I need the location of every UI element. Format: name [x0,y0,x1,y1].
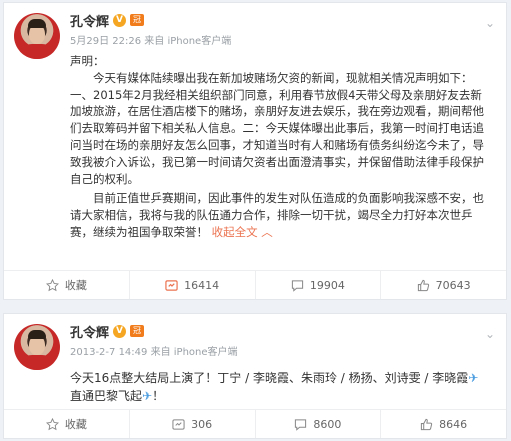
post-source: 来自 iPhone客户端 [144,36,232,47]
post-text-tail: 直通巴黎飞起 [70,389,143,403]
airplane-icon: ✈ [468,371,479,385]
post-content: 声明： 今天有媒体陆续曝出我在新加坡赌场欠资的新闻，现就相关情况声明如下：一、2… [70,53,490,241]
verified-badge-icon: V [113,324,127,338]
avatar[interactable] [14,324,60,370]
level-badge-icon: 冠 [130,325,145,337]
weibo-post: 孔令辉 V 冠 5月29日 22:26 来自 iPhone客户端 ⌄ 声明： 今… [3,2,507,300]
star-outline-icon [45,417,59,430]
favorite-label: 收藏 [64,279,87,292]
comment-button[interactable]: 19904 [254,271,381,299]
post-time[interactable]: 2013-2-7 14:49 [70,347,147,358]
like-button[interactable]: 70643 [380,271,506,299]
repost-icon [172,418,185,430]
star-outline-icon [45,278,59,291]
post-paragraph: 今天有媒体陆续曝出我在新加坡赌场欠资的新闻，现就相关情况声明如下：一、2015年… [70,70,484,186]
chevron-down-icon[interactable]: ⌄ [484,17,496,29]
post-paragraph: 声明： [70,54,105,68]
action-bar: 收藏 306 8600 8646 [4,409,506,438]
comment-count: 8600 [313,417,342,431]
favorite-label: 收藏 [64,418,87,431]
repost-icon [165,279,178,291]
like-count: 70643 [435,278,471,292]
favorite-button[interactable]: 收藏 [4,271,129,299]
comment-icon [295,418,307,431]
post-header: 孔令辉 V 冠 5月29日 22:26 来自 iPhone客户端 [70,11,476,47]
like-button[interactable]: 8646 [380,410,506,438]
author-name[interactable]: 孔令辉 [70,322,109,341]
author-name[interactable]: 孔令辉 [70,11,109,30]
post-content: 今天16点整大结局上演了！丁宁 / 李晓霞、朱雨玲 / 杨扬、刘诗雯 / 李晓霞… [70,369,490,405]
post-paragraph: 今天16点整大结局上演了！丁宁 / 李晓霞、朱雨玲 / 杨扬、刘诗雯 / 李晓霞… [70,369,490,405]
post-time[interactable]: 5月29日 22:26 [70,36,141,47]
post-text-end: ！ [152,389,165,403]
post-header: 孔令辉 V 冠 2013-2-7 14:49 来自 iPhone客户端 [70,322,476,358]
weibo-post: 孔令辉 V 冠 2013-2-7 14:49 来自 iPhone客户端 ⌄ 今天… [3,313,507,439]
comment-button[interactable]: 8600 [254,410,381,438]
repost-button[interactable]: 16414 [128,271,255,299]
post-paragraph-text: 目前正值世乒赛期间，因此事件的发生对队伍造成的负面影响我深感不安，也请大家相信，… [70,191,484,239]
repost-count: 16414 [184,278,220,292]
repost-count: 306 [191,417,213,431]
action-bar: 收藏 16414 19904 70643 [4,270,506,299]
favorite-button[interactable]: 收藏 [4,410,129,438]
comment-icon [291,279,303,292]
repost-button[interactable]: 306 [128,410,255,438]
like-count: 8646 [439,417,468,431]
airplane-icon: ✈ [142,389,153,403]
comment-count: 19904 [309,278,345,292]
post-text: 今天16点整大结局上演了！丁宁 / 李晓霞、朱雨玲 / 杨扬、刘诗雯 / 李晓霞 [70,371,469,385]
thumbs-up-icon [421,418,433,430]
collapse-link[interactable]: 收起全文 ︿ [212,225,273,239]
post-source: 来自 iPhone客户端 [150,347,238,358]
verified-badge-icon: V [113,13,127,27]
avatar[interactable] [14,13,60,59]
post-meta: 2013-2-7 14:49 来自 iPhone客户端 [70,343,476,358]
level-badge-icon: 冠 [130,14,145,26]
chevron-down-icon[interactable]: ⌄ [484,328,496,340]
post-paragraph: 目前正值世乒赛期间，因此事件的发生对队伍造成的负面影响我深感不安，也请大家相信，… [70,190,490,240]
thumbs-up-icon [417,279,429,291]
post-meta: 5月29日 22:26 来自 iPhone客户端 [70,32,476,47]
